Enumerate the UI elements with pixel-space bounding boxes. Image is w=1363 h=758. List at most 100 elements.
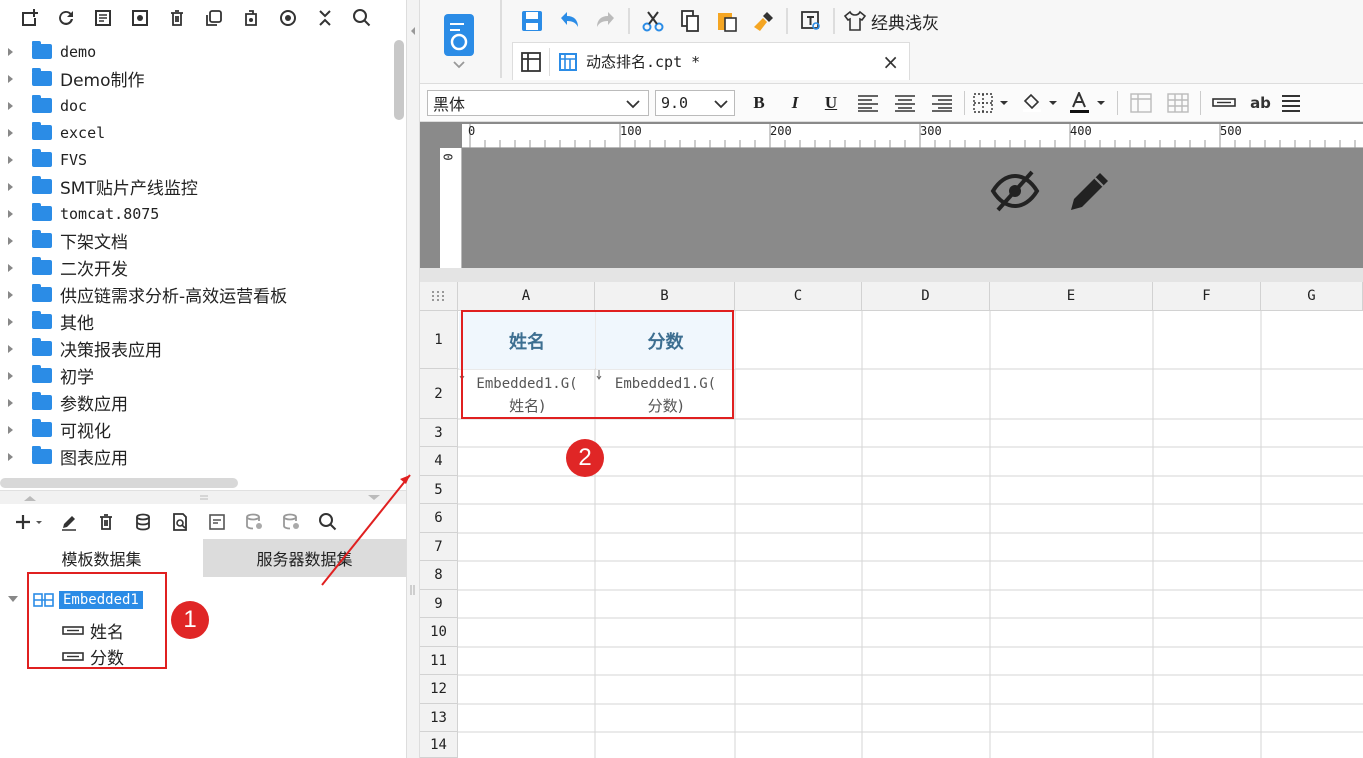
- expand-arrow-icon[interactable]: [8, 236, 13, 245]
- folder-item[interactable]: 决策报表应用: [0, 335, 392, 362]
- lock-delete-icon[interactable]: [232, 3, 269, 33]
- align-center-icon[interactable]: [886, 88, 923, 118]
- folder-item[interactable]: 其他: [0, 308, 392, 335]
- cell-a1[interactable]: 姓名: [459, 312, 595, 369]
- search-icon[interactable]: [343, 3, 380, 33]
- new-folder-icon[interactable]: [10, 3, 47, 33]
- panel-divider[interactable]: [406, 0, 420, 758]
- document-icon[interactable]: [84, 3, 121, 33]
- folder-item[interactable]: 供应链需求分析-高效运营看板: [0, 281, 392, 308]
- folder-item[interactable]: 下架文档: [0, 227, 392, 254]
- row-header[interactable]: 4: [420, 447, 458, 476]
- folder-item[interactable]: tomcat.8075: [0, 200, 392, 227]
- copy-icon[interactable]: [195, 3, 232, 33]
- row-header[interactable]: 12: [420, 675, 458, 704]
- expand-arrow-icon[interactable]: [8, 371, 13, 380]
- column-header-c[interactable]: C: [735, 282, 862, 311]
- copy-cell-icon[interactable]: [671, 6, 708, 36]
- tab-server-dataset[interactable]: 服务器数据集: [203, 539, 406, 577]
- row-header[interactable]: 3: [420, 419, 458, 447]
- database-icon[interactable]: [124, 507, 161, 537]
- folder-item[interactable]: 初学: [0, 362, 392, 389]
- delete-icon[interactable]: [158, 3, 195, 33]
- row-header[interactable]: 7: [420, 533, 458, 561]
- add-dataset-icon[interactable]: [10, 507, 50, 537]
- expand-arrow-icon[interactable]: [8, 398, 13, 407]
- expand-arrow-icon[interactable]: [8, 155, 13, 164]
- more-align-icon[interactable]: [1279, 88, 1303, 118]
- column-header-d[interactable]: D: [862, 282, 990, 311]
- expand-arrow-icon[interactable]: [8, 74, 13, 83]
- grid-icon[interactable]: [513, 51, 549, 73]
- folder-item[interactable]: FVS: [0, 146, 392, 173]
- folder-item[interactable]: doc: [0, 92, 392, 119]
- italic-button[interactable]: I: [777, 88, 813, 118]
- edit-icon[interactable]: [50, 507, 87, 537]
- settings-icon[interactable]: [121, 3, 158, 33]
- expand-arrow-icon[interactable]: [8, 263, 13, 272]
- save-icon[interactable]: [513, 6, 550, 36]
- folder-item[interactable]: Demo制作: [0, 65, 392, 92]
- edit-pencil-icon[interactable]: [1065, 168, 1115, 214]
- column-header-f[interactable]: F: [1153, 282, 1261, 311]
- panel-splitter[interactable]: [0, 490, 406, 504]
- font-family-select[interactable]: 黑体: [427, 89, 649, 116]
- preview-icon[interactable]: [161, 507, 198, 537]
- font-size-select[interactable]: 9.0: [655, 89, 735, 116]
- tree-vertical-scrollbar[interactable]: [394, 40, 404, 120]
- cell-b1[interactable]: 分数: [596, 312, 735, 369]
- text-search-icon[interactable]: [792, 6, 829, 36]
- font-color-icon[interactable]: [1065, 88, 1113, 118]
- column-header-g[interactable]: G: [1261, 282, 1363, 311]
- row-header[interactable]: 2: [420, 369, 458, 419]
- align-left-icon[interactable]: [849, 88, 886, 118]
- align-right-icon[interactable]: [923, 88, 960, 118]
- locate-icon[interactable]: [269, 3, 306, 33]
- undo-icon[interactable]: [550, 6, 587, 36]
- folder-item[interactable]: 可视化: [0, 416, 392, 443]
- theme-button[interactable]: 经典浅灰: [843, 9, 939, 34]
- folder-item[interactable]: 图表应用: [0, 443, 392, 470]
- row-header[interactable]: 9: [420, 590, 458, 618]
- field-item[interactable]: 姓名: [62, 618, 124, 643]
- collapse-icon[interactable]: [306, 3, 343, 33]
- expand-arrow-icon[interactable]: [8, 47, 13, 56]
- merge-icon[interactable]: [1205, 88, 1242, 118]
- dataset-preview-icon[interactable]: [198, 507, 235, 537]
- row-header[interactable]: 14: [420, 732, 458, 758]
- folder-item[interactable]: 二次开发: [0, 254, 392, 281]
- underline-button[interactable]: U: [813, 88, 849, 118]
- db-settings-icon[interactable]: [235, 507, 272, 537]
- tree-horizontal-scrollbar[interactable]: [0, 478, 238, 488]
- row-header[interactable]: 6: [420, 504, 458, 533]
- bold-button[interactable]: B: [741, 88, 777, 118]
- row-header[interactable]: 5: [420, 476, 458, 504]
- paste-icon[interactable]: [708, 6, 745, 36]
- delete-dataset-icon[interactable]: [87, 507, 124, 537]
- folder-item[interactable]: demo: [0, 38, 392, 65]
- select-all-corner[interactable]: [420, 282, 458, 311]
- expand-arrow-icon[interactable]: [8, 452, 13, 461]
- row-header[interactable]: 1: [420, 311, 458, 369]
- folder-item[interactable]: 参数应用: [0, 389, 392, 416]
- fill-color-icon[interactable]: [1017, 88, 1065, 118]
- hide-eye-icon[interactable]: [990, 168, 1040, 214]
- folder-item[interactable]: SMT贴片产线监控: [0, 173, 392, 200]
- format-painter-icon[interactable]: [745, 6, 782, 36]
- table-icon[interactable]: [1159, 88, 1196, 118]
- dataset-search-icon[interactable]: [309, 507, 346, 537]
- expand-arrow-icon[interactable]: [8, 101, 13, 110]
- db-remove-icon[interactable]: [272, 507, 309, 537]
- cut-icon[interactable]: [634, 6, 671, 36]
- expand-arrow-icon[interactable]: [8, 425, 13, 434]
- expand-arrow-icon[interactable]: [8, 182, 13, 191]
- freeze-icon[interactable]: [1122, 88, 1159, 118]
- close-tab-button[interactable]: ×: [882, 50, 899, 74]
- text-style-button[interactable]: ab: [1242, 88, 1279, 118]
- row-header[interactable]: 13: [420, 704, 458, 732]
- column-header-e[interactable]: E: [990, 282, 1153, 311]
- field-item[interactable]: 分数: [62, 644, 124, 669]
- row-header[interactable]: 11: [420, 647, 458, 675]
- row-header[interactable]: 8: [420, 561, 458, 590]
- expand-arrow-icon[interactable]: [8, 317, 13, 326]
